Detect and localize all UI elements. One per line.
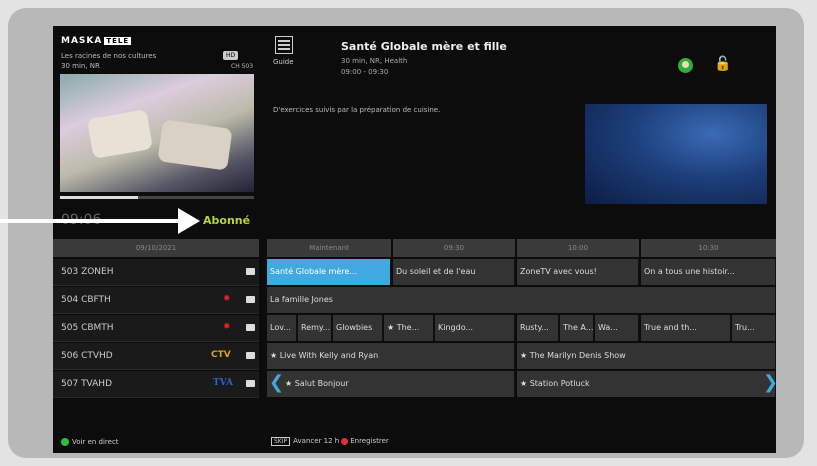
time-slot-now: Maintenant bbox=[267, 239, 391, 257]
closed-caption-icon bbox=[246, 296, 255, 303]
footer-hints: SKIP Avancer 12 h Enregistrer bbox=[271, 437, 389, 446]
channel-label[interactable]: 505 CBMTH ✸ bbox=[53, 315, 259, 342]
tv-screen: MASKA TÉLÉ Les racines de nos cultures 30… bbox=[53, 26, 776, 453]
device-frame: MASKA TÉLÉ Les racines de nos cultures 30… bbox=[8, 8, 804, 458]
program-cell[interactable]: ★ The Marilyn Denis Show bbox=[517, 343, 776, 369]
channel-row[interactable]: 506 CTVHD CTV ★ Live With Kelly and Ryan… bbox=[53, 343, 776, 371]
skip-key-icon: SKIP bbox=[271, 437, 291, 446]
cbc-logo-icon: ✸ bbox=[223, 322, 231, 332]
preview-title: Les racines de nos cultures bbox=[61, 52, 157, 60]
program-cell[interactable]: Kingdo... bbox=[435, 315, 515, 341]
channel-label[interactable]: 506 CTVHD CTV bbox=[53, 343, 259, 370]
program-cell[interactable]: The A... bbox=[560, 315, 594, 341]
program-meta: 30 min, NR, Health bbox=[341, 57, 408, 65]
program-cell[interactable]: Santé Globale mère... bbox=[267, 259, 391, 285]
closed-caption-icon bbox=[246, 380, 255, 387]
program-cell[interactable]: ★ The... bbox=[384, 315, 434, 341]
channel-row[interactable]: 503 ZONEH Santé Globale mère... Du solei… bbox=[53, 259, 776, 287]
closed-caption-icon bbox=[246, 268, 255, 275]
green-button-icon bbox=[61, 438, 69, 446]
program-cell[interactable]: La famille Jones bbox=[267, 287, 776, 313]
channel-label[interactable]: 507 TVAHD TVA bbox=[53, 371, 259, 398]
scroll-right-icon[interactable]: ❯ bbox=[763, 372, 776, 393]
channel-row[interactable]: 505 CBMTH ✸ Lov... Remy... Glowbies ★ Th… bbox=[53, 315, 776, 343]
guide-label[interactable]: Guide bbox=[273, 58, 294, 66]
thumbnail-plate bbox=[86, 109, 154, 159]
program-cell[interactable]: Remy... bbox=[298, 315, 332, 341]
cbc-logo-icon: ✸ bbox=[223, 294, 231, 304]
time-slot-1030: 10:30 bbox=[641, 239, 776, 257]
callout-arrow-head bbox=[178, 208, 200, 234]
program-cell[interactable]: ZoneTV avec vous! bbox=[517, 259, 639, 285]
channel-number: CH 503 bbox=[231, 63, 254, 70]
channel-row[interactable]: 504 CBFTH ✸ La famille Jones bbox=[53, 287, 776, 315]
program-cell[interactable]: ★ Station Potluck bbox=[517, 371, 776, 397]
thumbnail-plate bbox=[157, 119, 233, 171]
record-icon bbox=[341, 437, 349, 445]
program-description: D'exercices suivis par la préparation de… bbox=[273, 106, 441, 114]
live-thumbnail[interactable] bbox=[60, 74, 254, 192]
channel-row[interactable]: 507 TVAHD TVA ★ Salut Bonjour ★ Station … bbox=[53, 371, 776, 399]
program-cell[interactable]: Rusty... bbox=[517, 315, 559, 341]
program-title: Santé Globale mère et fille bbox=[341, 40, 507, 53]
hd-badge: HD bbox=[223, 51, 239, 60]
time-header: 09/10/2021 Maintenant 09:30 10:00 10:30 bbox=[53, 239, 776, 257]
program-cell[interactable]: Tru... bbox=[732, 315, 776, 341]
progress-fill bbox=[60, 196, 138, 199]
program-cell[interactable]: Glowbies bbox=[333, 315, 383, 341]
closed-caption-icon bbox=[246, 352, 255, 359]
brand-logo: MASKA TÉLÉ bbox=[61, 36, 132, 46]
program-cell[interactable]: ★ Live With Kelly and Ryan bbox=[267, 343, 515, 369]
preview-panel: MASKA TÉLÉ Les racines de nos cultures 30… bbox=[53, 26, 259, 234]
closed-caption-icon bbox=[246, 324, 255, 331]
unlock-icon[interactable]: 🔓 bbox=[714, 56, 731, 72]
scroll-left-icon[interactable]: ❮ bbox=[269, 372, 284, 393]
program-cell[interactable]: Lov... bbox=[267, 315, 297, 341]
guide-icon[interactable] bbox=[275, 36, 293, 54]
progress-bar bbox=[60, 196, 254, 199]
program-cell[interactable]: ★ Salut Bonjour bbox=[267, 371, 515, 397]
program-cell[interactable]: True and th... bbox=[641, 315, 731, 341]
date-header: 09/10/2021 bbox=[53, 239, 259, 257]
preview-meta: 30 min, NR bbox=[61, 62, 100, 70]
callout-arrow-shaft bbox=[0, 219, 185, 223]
program-cell[interactable]: Wa... bbox=[595, 315, 639, 341]
program-cell[interactable]: Du soleil et de l'eau bbox=[393, 259, 515, 285]
program-time: 09:00 - 09:30 bbox=[341, 68, 389, 76]
profile-avatar-icon[interactable] bbox=[678, 58, 693, 73]
channel-label[interactable]: 503 ZONEH bbox=[53, 259, 259, 286]
time-slot-0930: 09:30 bbox=[393, 239, 515, 257]
channel-label[interactable]: 504 CBFTH ✸ bbox=[53, 287, 259, 314]
subscription-status: Abonné bbox=[203, 214, 251, 227]
time-slot-1000: 10:00 bbox=[517, 239, 639, 257]
ctv-logo-icon: CTV bbox=[211, 350, 231, 360]
tva-logo-icon: TVA bbox=[213, 378, 233, 388]
program-cell[interactable]: On a tous une histoir... bbox=[641, 259, 776, 285]
watch-live-button[interactable]: Voir en direct bbox=[61, 438, 119, 446]
program-preview-image bbox=[585, 104, 767, 204]
